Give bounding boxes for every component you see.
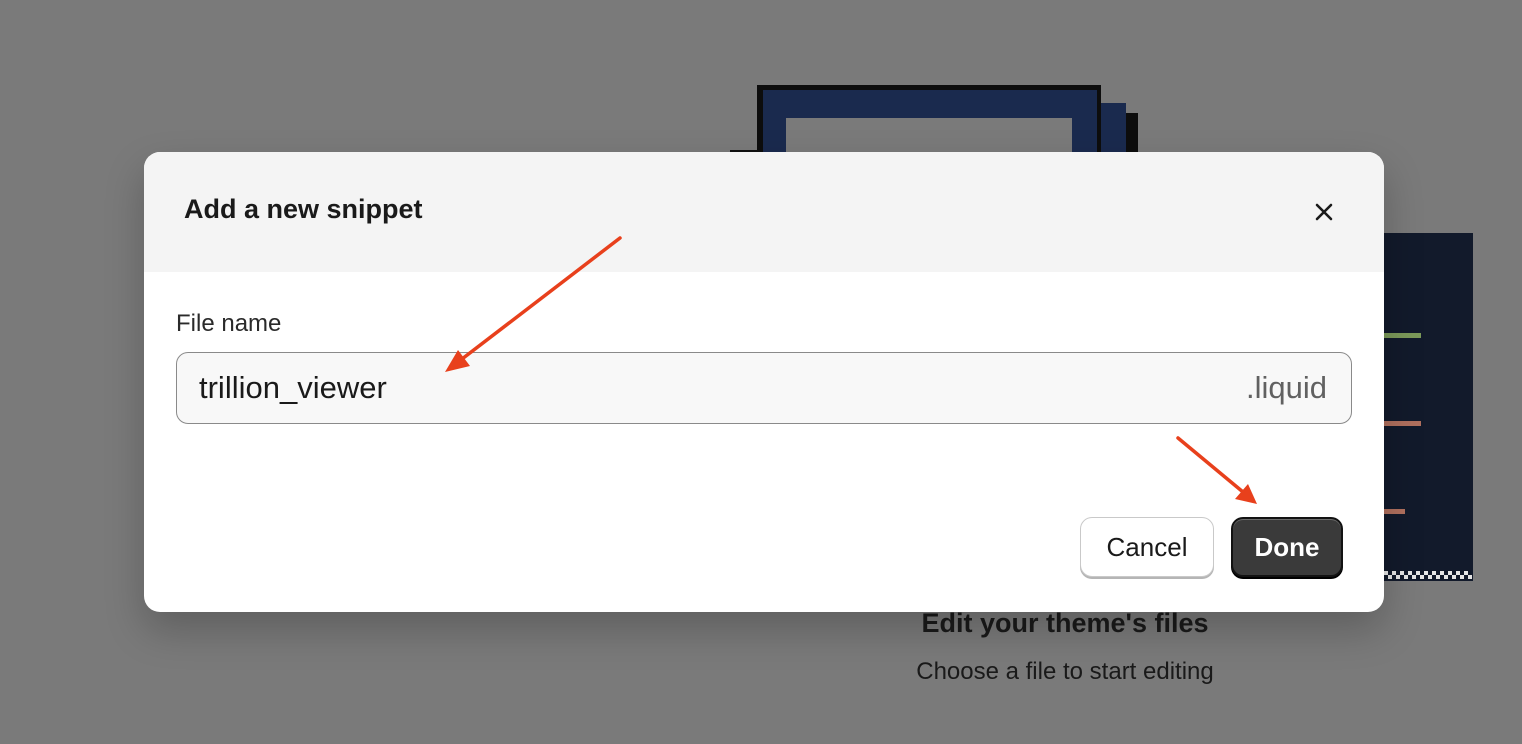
close-icon (1315, 203, 1333, 221)
done-button[interactable]: Done (1231, 517, 1343, 577)
file-name-input[interactable] (199, 353, 1199, 423)
close-button[interactable] (1306, 194, 1342, 230)
empty-state-title: Edit your theme's files (921, 608, 1209, 638)
empty-state-subtitle: Choose a file to start editing (916, 658, 1214, 685)
dialog-header: Add a new snippet (144, 152, 1384, 272)
file-name-field[interactable]: .liquid (176, 352, 1352, 424)
cancel-button[interactable]: Cancel (1080, 517, 1214, 577)
add-snippet-dialog: Add a new snippet File name .liquid Canc… (144, 152, 1384, 612)
dialog-title: Add a new snippet (184, 194, 423, 224)
file-extension-suffix: .liquid (1246, 370, 1327, 405)
file-name-label: File name (176, 310, 282, 337)
